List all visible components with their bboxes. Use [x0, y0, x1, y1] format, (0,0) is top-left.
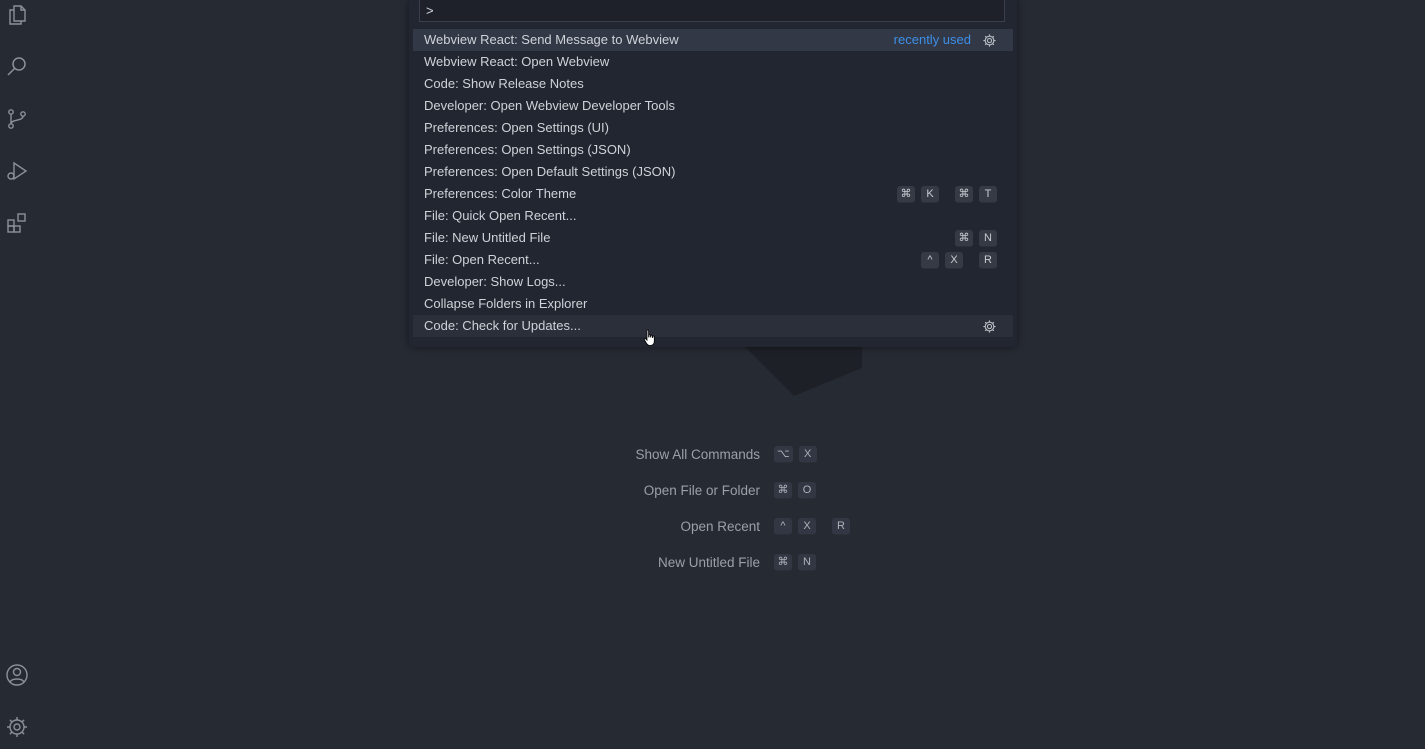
- command-label: File: Quick Open Recent...: [424, 208, 577, 223]
- command-label: Developer: Show Logs...: [424, 274, 566, 289]
- hint-new-untitled-file: New Untitled File: [460, 551, 760, 573]
- hint-open-file-folder: Open File or Folder: [460, 479, 760, 501]
- command-item-collapse-folders[interactable]: Collapse Folders in Explorer: [413, 293, 1013, 315]
- key: T: [979, 185, 997, 203]
- hint-show-all-commands: Show All Commands: [460, 443, 760, 465]
- hint-label: Open Recent: [680, 518, 760, 534]
- command-item-new-untitled-file[interactable]: File: New Untitled File ⌘ N: [413, 227, 1013, 249]
- command-label: Preferences: Open Default Settings (JSON…: [424, 164, 676, 179]
- command-label: Collapse Folders in Explorer: [424, 296, 588, 311]
- command-item-open-recent[interactable]: File: Open Recent... ^ X R: [413, 249, 1013, 271]
- key: X: [945, 251, 963, 269]
- command-input[interactable]: >: [419, 0, 1005, 22]
- extensions-icon[interactable]: [4, 210, 30, 236]
- key: R: [832, 517, 850, 535]
- command-item-check-updates[interactable]: Code: Check for Updates...: [413, 315, 1013, 337]
- gear-icon[interactable]: [981, 318, 997, 334]
- keybinding: ⌘ N: [955, 227, 997, 249]
- search-icon[interactable]: [4, 54, 30, 80]
- explorer-icon[interactable]: [4, 2, 30, 28]
- command-label: Preferences: Open Settings (JSON): [424, 142, 631, 157]
- key: ⌘: [774, 481, 792, 499]
- command-label: File: New Untitled File: [424, 230, 551, 245]
- command-item-show-logs[interactable]: Developer: Show Logs...: [413, 271, 1013, 293]
- key: N: [798, 553, 816, 571]
- account-icon[interactable]: [4, 662, 30, 688]
- command-label: Code: Show Release Notes: [424, 76, 584, 91]
- command-label: Webview React: Open Webview: [424, 54, 610, 69]
- command-item-release-notes[interactable]: Code: Show Release Notes: [413, 73, 1013, 95]
- key: K: [921, 185, 939, 203]
- key: O: [798, 481, 816, 499]
- activity-bar: [0, 0, 34, 749]
- command-label: Preferences: Open Settings (UI): [424, 120, 609, 135]
- recently-used-badge: recently used: [893, 32, 971, 47]
- source-control-icon[interactable]: [4, 106, 30, 132]
- hint-label: Open File or Folder: [643, 482, 760, 498]
- keybinding: ^ X R: [921, 249, 997, 271]
- key: N: [979, 229, 997, 247]
- key: R: [979, 251, 997, 269]
- command-item-quick-open-recent[interactable]: File: Quick Open Recent...: [413, 205, 1013, 227]
- keybinding: ⌘ K ⌘ T: [897, 183, 997, 205]
- command-item-webview-devtools[interactable]: Developer: Open Webview Developer Tools: [413, 95, 1013, 117]
- command-label: Developer: Open Webview Developer Tools: [424, 98, 675, 113]
- command-label: File: Open Recent...: [424, 252, 540, 267]
- key: ⌥: [774, 445, 793, 463]
- hint-open-recent: Open Recent: [460, 515, 760, 537]
- hint-label: Show All Commands: [635, 446, 760, 462]
- command-label: Code: Check for Updates...: [424, 318, 581, 333]
- key: ^: [774, 517, 792, 535]
- key: ⌘: [774, 553, 792, 571]
- run-debug-icon[interactable]: [4, 158, 30, 184]
- command-item-default-settings-json[interactable]: Preferences: Open Default Settings (JSON…: [413, 161, 1013, 183]
- key: X: [798, 445, 817, 463]
- command-item-open-webview[interactable]: Webview React: Open Webview: [413, 51, 1013, 73]
- hand-cursor-icon: [643, 329, 655, 346]
- command-item-color-theme[interactable]: Preferences: Color Theme ⌘ K ⌘ T: [413, 183, 1013, 205]
- command-list: Webview React: Send Message to Webview r…: [413, 29, 1013, 337]
- hint-label: New Untitled File: [657, 554, 760, 570]
- command-label: Webview React: Send Message to Webview: [424, 32, 679, 47]
- command-item-settings-json[interactable]: Preferences: Open Settings (JSON): [413, 139, 1013, 161]
- key: ^: [921, 251, 939, 269]
- command-item-send-message[interactable]: Webview React: Send Message to Webview r…: [413, 29, 1013, 51]
- gear-icon[interactable]: [981, 32, 997, 48]
- key: ⌘: [955, 229, 973, 247]
- key: X: [798, 517, 816, 535]
- command-palette: > Webview React: Send Message to Webview…: [409, 0, 1017, 347]
- command-item-settings-ui[interactable]: Preferences: Open Settings (UI): [413, 117, 1013, 139]
- key: ⌘: [897, 185, 915, 203]
- key: ⌘: [955, 185, 973, 203]
- settings-gear-icon[interactable]: [4, 714, 30, 740]
- command-label: Preferences: Color Theme: [424, 186, 577, 201]
